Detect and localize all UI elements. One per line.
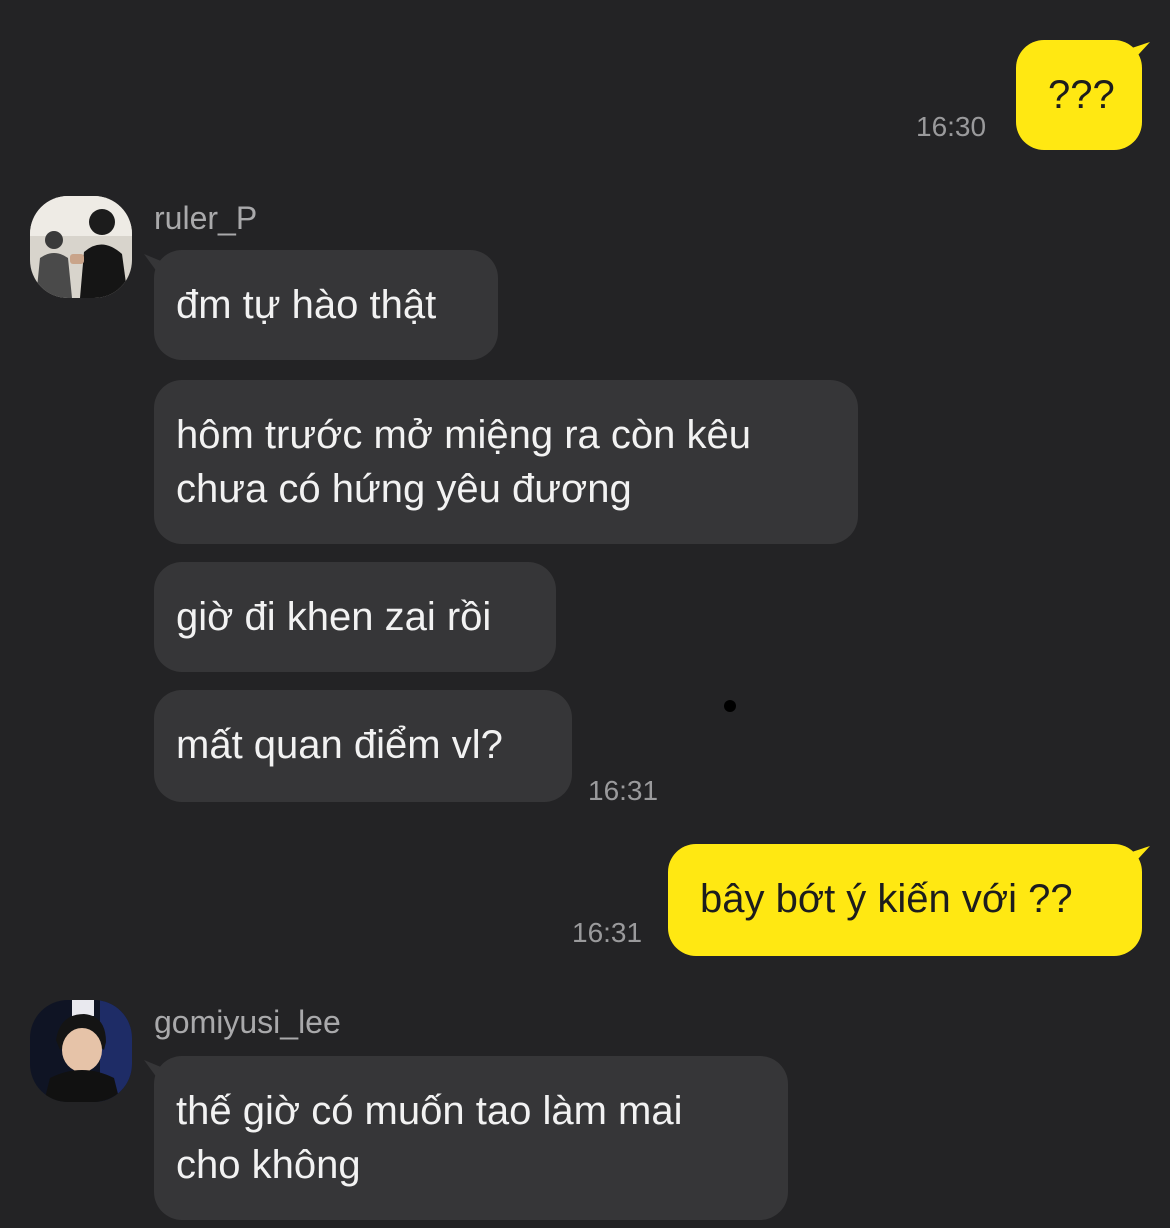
stray-dot [724, 700, 736, 712]
avatar[interactable] [30, 196, 132, 298]
message-timestamp: 16:31 [588, 775, 659, 806]
incoming-message-bubble[interactable]: mất quan điểm vl? [154, 690, 572, 802]
profile-photo-icon [30, 196, 132, 298]
outgoing-message-bubble[interactable]: bây bớt ý kiến với ?? [668, 844, 1142, 956]
message-text: thế giờ có muốn tao làm mai cho không [176, 1089, 683, 1187]
sender-name: ruler_P [154, 200, 258, 236]
message-timestamp: 16:31 [572, 917, 643, 948]
message-text: bây bớt ý kiến với ?? [700, 877, 1073, 921]
profile-photo-icon [30, 1000, 132, 1102]
outgoing-message-bubble[interactable]: ??? [1016, 40, 1142, 150]
message-text: đm tự hào thật [176, 283, 437, 327]
message-text: mất quan điểm vl? [176, 723, 503, 767]
incoming-message-bubble[interactable]: hôm trước mở miệng ra còn kêu chưa có hứ… [154, 380, 858, 544]
message-text: giờ đi khen zai rồi [176, 595, 492, 639]
incoming-message-bubble[interactable]: giờ đi khen zai rồi [154, 562, 556, 672]
incoming-message-bubble[interactable]: thế giờ có muốn tao làm mai cho không [154, 1056, 788, 1220]
message-text: ??? [1048, 73, 1115, 117]
message-timestamp: 16:30 [916, 111, 987, 142]
incoming-message-bubble[interactable]: đm tự hào thật [154, 250, 498, 360]
message-text: hôm trước mở miệng ra còn kêu chưa có hứ… [176, 413, 751, 511]
avatar[interactable] [30, 1000, 132, 1102]
sender-name: gomiyusi_lee [154, 1004, 341, 1040]
